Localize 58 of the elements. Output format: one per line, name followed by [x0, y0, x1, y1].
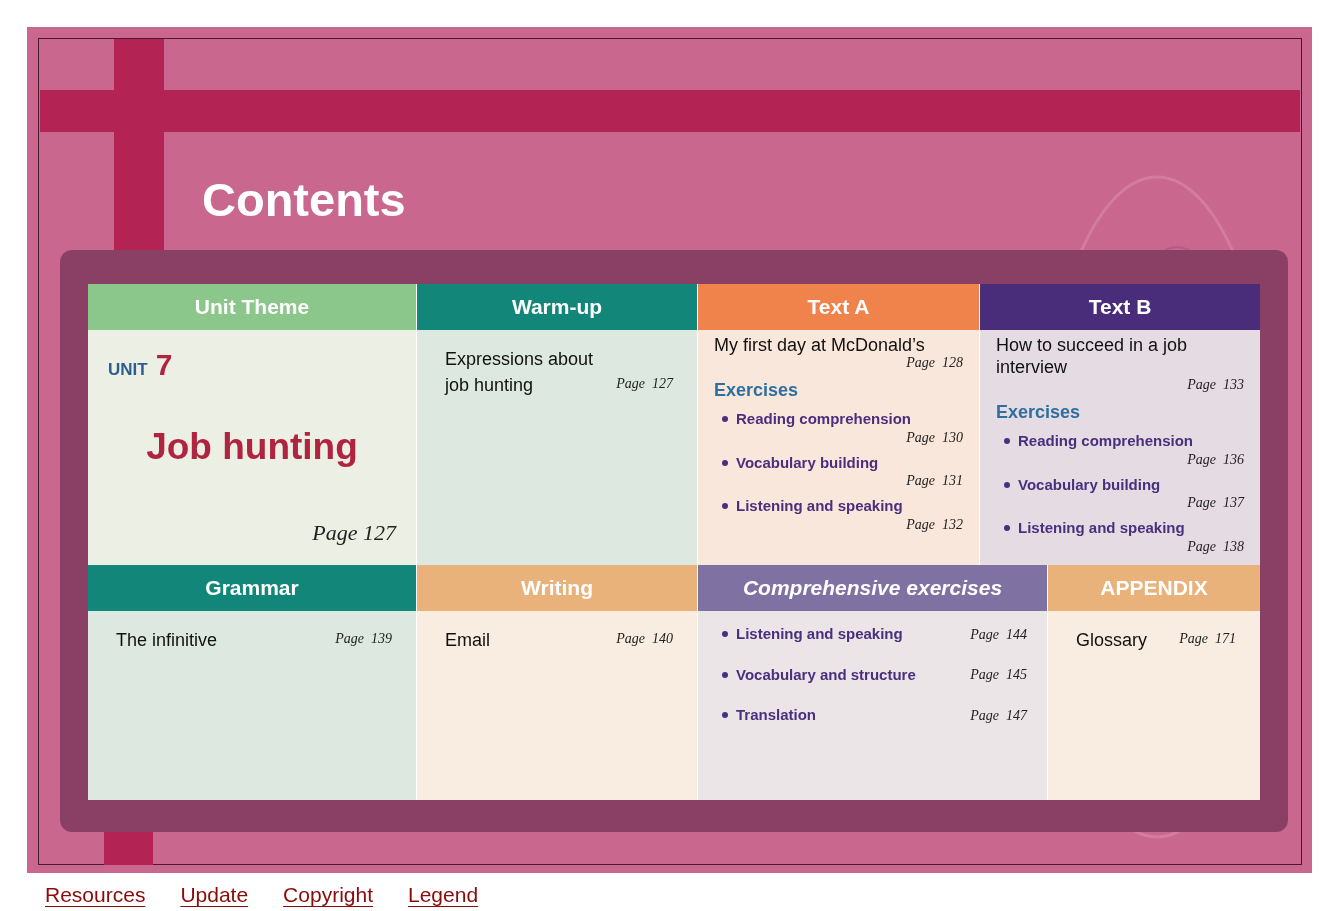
page-number: Page 132: [906, 515, 963, 534]
footer-link[interactable]: Legend: [408, 879, 479, 911]
column-header: Writing: [417, 565, 697, 611]
footer-link[interactable]: Copyright: [283, 879, 373, 911]
exercise-link[interactable]: Listening and speaking: [736, 495, 903, 518]
bullet-icon: [1004, 525, 1010, 532]
page-title: Contents: [202, 173, 406, 227]
column-header: APPENDIX: [1048, 565, 1260, 611]
footer-link[interactable]: Update: [180, 879, 249, 911]
page-number: Page 133: [1187, 376, 1244, 394]
exercise-link[interactable]: Vocabulary and structure: [736, 663, 916, 686]
bullet-icon: [722, 671, 728, 678]
bullet-icon: [722, 503, 728, 510]
page-number: Page 138: [1187, 537, 1244, 556]
exercise-link[interactable]: Listening and speaking: [736, 623, 903, 646]
exercise-link[interactable]: Listening and speaking: [1018, 517, 1185, 540]
entry-title: Email: [445, 629, 490, 652]
page-number: Page 127: [312, 519, 396, 547]
entry-title: My first day at McDonald’s: [714, 334, 926, 356]
unit-label: UNIT: [108, 359, 148, 381]
page-number: Page 145: [970, 666, 1027, 685]
page-number: Page 171: [1179, 630, 1236, 648]
bullet-icon: [722, 459, 728, 466]
page-number: Page 128: [906, 354, 963, 372]
bullet-icon: [1004, 481, 1010, 488]
bullet-icon: [722, 416, 728, 423]
page-number: Page 140: [616, 630, 673, 648]
page-number: Page 131: [906, 472, 963, 490]
page-number: Page 139: [335, 630, 392, 648]
page-number: Page 136: [1187, 450, 1244, 469]
column-header: Text A: [698, 284, 979, 330]
page-number: Page 137: [1187, 494, 1244, 512]
entry-title: Expressions about job hunting: [445, 348, 595, 397]
bullet-icon: [722, 631, 728, 638]
page-number: Page 144: [970, 625, 1027, 644]
page-number: Page 130: [906, 428, 963, 447]
entry-title: How to succeed in a job interview: [996, 334, 1189, 378]
exercises-heading: Exercises: [996, 401, 1082, 424]
exercise-link[interactable]: Reading comprehension: [736, 408, 912, 431]
page-number: Page 147: [970, 706, 1027, 725]
entry-title: Glossary: [1076, 629, 1147, 652]
exercise-link[interactable]: Vocabulary building: [736, 451, 879, 474]
exercise-link[interactable]: Translation: [736, 704, 817, 727]
bullet-icon: [1004, 438, 1010, 445]
entry-title: The infinitive: [116, 629, 218, 652]
exercise-link[interactable]: Vocabulary building: [1018, 473, 1161, 496]
page-number: Page 127: [616, 375, 673, 393]
column-header: Unit Theme: [88, 284, 416, 330]
column-header: Text B: [980, 284, 1260, 330]
column-header: Comprehensive exercises: [698, 565, 1047, 611]
bullet-icon: [722, 712, 728, 719]
footer-link[interactable]: Resources: [45, 879, 146, 911]
unit-number: 7: [155, 347, 173, 383]
unit-title: Job hunting: [146, 425, 358, 469]
exercises-heading: Exercises: [714, 379, 800, 402]
exercise-link[interactable]: Reading comprehension: [1018, 430, 1194, 453]
column-header: Warm-up: [417, 284, 697, 330]
column-header: Grammar: [88, 565, 416, 611]
